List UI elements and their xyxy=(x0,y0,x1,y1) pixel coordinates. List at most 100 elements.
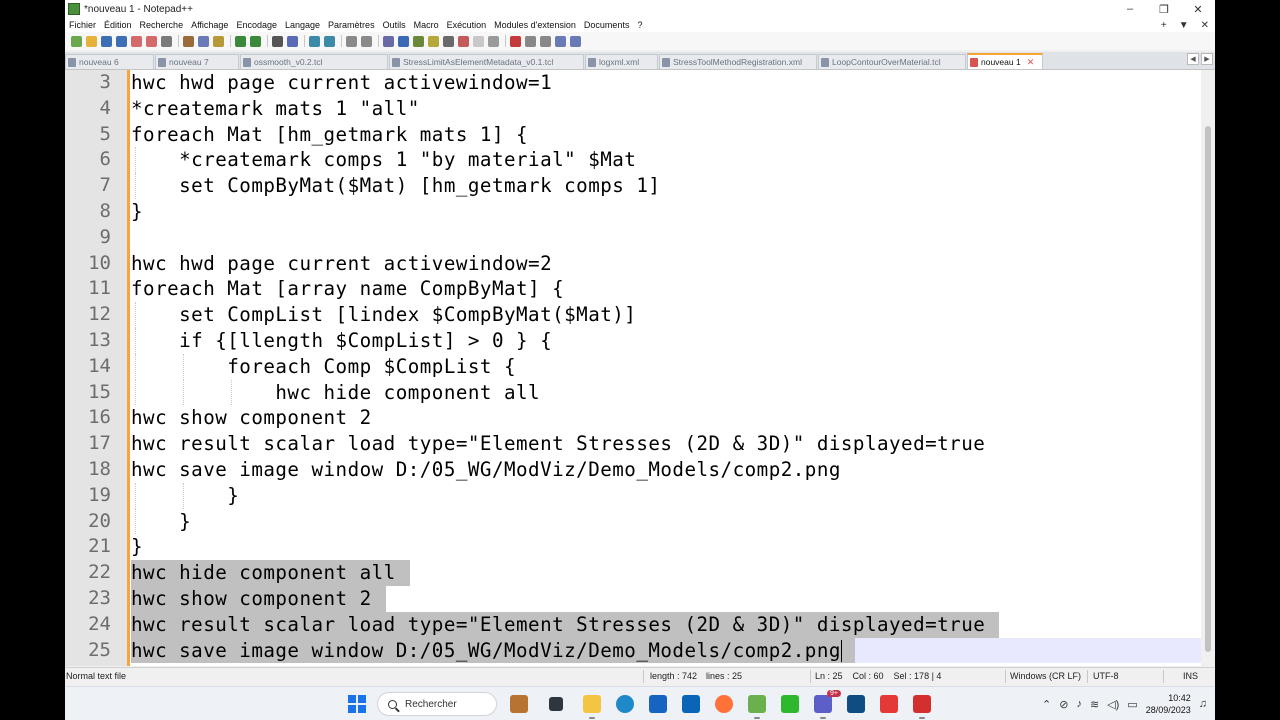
taskbar-search-box[interactable]: Rechercher xyxy=(377,692,497,716)
play-macro-icon[interactable] xyxy=(540,35,551,47)
tab-document[interactable]: nouveau 7 xyxy=(155,54,239,69)
zoom-in-icon[interactable] xyxy=(309,35,320,47)
code-line[interactable]: 20 } xyxy=(65,508,1200,535)
show-all-chars-icon[interactable] xyxy=(398,35,409,47)
menu-item[interactable]: Macro xyxy=(410,20,443,30)
menu-item[interactable]: Exécution xyxy=(443,20,491,30)
new-file-icon[interactable] xyxy=(71,35,82,47)
code-line[interactable]: 25 hwc save image window D:/05_WG/ModViz/… xyxy=(65,637,1200,664)
close-button[interactable]: ✕ xyxy=(1181,0,1215,18)
code-line[interactable]: 6 *createmark comps 1 "by material" $Mat xyxy=(65,147,1200,174)
code-line[interactable]: 8} xyxy=(65,199,1200,225)
sync-horizontal-icon[interactable] xyxy=(361,35,372,47)
menu-item[interactable]: Paramètres xyxy=(324,20,379,30)
status-eol[interactable]: Windows (CR LF) xyxy=(1010,671,1081,681)
code-line[interactable]: 7 set CompByMat($Mat) [hm_getmark comps … xyxy=(65,173,1200,199)
cut-icon[interactable] xyxy=(183,35,194,47)
tab-document[interactable]: StressToolMethodRegistration.xml xyxy=(659,54,817,69)
record-macro-icon[interactable] xyxy=(510,35,521,47)
taskbar-app-notepadpp-icon[interactable] xyxy=(748,695,766,719)
undo-icon[interactable] xyxy=(235,35,246,47)
tab-list-button[interactable]: ▼ xyxy=(1179,20,1189,31)
code-line[interactable]: 19 } xyxy=(65,482,1200,509)
menu-item[interactable]: Édition xyxy=(100,20,136,30)
code-line[interactable]: 4 *createmark mats 1 "all" xyxy=(65,96,1200,122)
copy-icon[interactable] xyxy=(198,35,209,47)
vertical-scrollbar[interactable] xyxy=(1201,70,1215,666)
indent-guide-icon[interactable] xyxy=(413,35,424,47)
stop-macro-icon[interactable] xyxy=(525,35,536,47)
find-icon[interactable] xyxy=(272,35,283,47)
taskbar-app-green-c-icon[interactable] xyxy=(781,695,799,713)
code-line[interactable]: 3 hwc hwd page current activewindow=1 xyxy=(65,70,1200,96)
close-icon[interactable] xyxy=(131,35,142,47)
save-icon[interactable] xyxy=(101,35,112,47)
redo-icon[interactable] xyxy=(250,35,261,47)
code-line[interactable]: 13 if {[llength $CompList] > 0 } { xyxy=(65,328,1200,354)
status-insert-mode[interactable]: INS xyxy=(1183,671,1198,681)
battery-icon[interactable]: ▭ xyxy=(1127,698,1137,711)
tab-document[interactable]: nouveau 1 ✕ xyxy=(967,53,1043,69)
code-line[interactable]: 22 hwc hide component all xyxy=(65,560,1200,586)
text-editor[interactable]: 3 hwc hwd page current activewindow=1 4 *cr… xyxy=(65,70,1215,666)
code-line[interactable]: 21} xyxy=(65,534,1200,560)
doc-map-icon[interactable] xyxy=(443,35,454,47)
code-line[interactable]: 24 hwc result scalar load type="Element S… xyxy=(65,611,1200,638)
replace-icon[interactable] xyxy=(287,35,298,47)
menu-item[interactable]: Affichage xyxy=(187,20,232,30)
taskbar-app-firefox-icon[interactable] xyxy=(715,695,733,713)
volume-icon[interactable]: ◁) xyxy=(1107,698,1119,711)
menu-item[interactable]: Documents xyxy=(580,20,634,30)
start-button[interactable] xyxy=(348,695,366,713)
sync-vertical-icon[interactable] xyxy=(346,35,357,47)
menu-item[interactable]: Fichier xyxy=(65,20,100,30)
menu-item[interactable]: Outils xyxy=(379,20,410,30)
menu-item[interactable]: Encodage xyxy=(232,20,281,30)
save-all-icon[interactable] xyxy=(116,35,127,47)
code-line[interactable]: 9 xyxy=(65,225,1200,251)
tab-document[interactable]: StressLimitAsElementMetadata_v0.1.tcl xyxy=(389,54,584,69)
zoom-out-icon[interactable] xyxy=(324,35,335,47)
taskbar-app-hypermesh-icon[interactable] xyxy=(913,695,931,719)
menu-item[interactable]: Recherche xyxy=(136,20,188,30)
code-line[interactable]: 17 hwc result scalar load type="Element S… xyxy=(65,431,1200,457)
function-list-icon[interactable] xyxy=(458,35,469,47)
tab-document[interactable]: ossmooth_v0.2.tcl xyxy=(240,54,388,69)
taskbar-app-teams-icon[interactable] xyxy=(814,695,832,719)
taskbar-app-file-explorer-icon[interactable] xyxy=(583,695,601,719)
udl-icon[interactable] xyxy=(428,35,439,47)
taskbar-app-store-icon[interactable] xyxy=(649,695,667,713)
tab-scroll-right-button[interactable]: ▶ xyxy=(1201,53,1213,65)
taskbar-app-hyperworks-icon[interactable] xyxy=(880,695,898,713)
tab-scroll-left-button[interactable]: ◀ xyxy=(1187,53,1199,65)
close-all-icon[interactable] xyxy=(146,35,157,47)
monitoring-icon[interactable] xyxy=(488,35,499,47)
new-tab-button[interactable]: + xyxy=(1161,20,1167,31)
code-line[interactable]: 23 hwc show component 2 xyxy=(65,586,1200,612)
taskbar-app-briefcase-icon[interactable] xyxy=(510,695,528,713)
word-wrap-icon[interactable] xyxy=(383,35,394,47)
tab-close-icon[interactable]: ✕ xyxy=(1027,57,1035,68)
network-off-icon[interactable]: ⊘ xyxy=(1059,698,1068,711)
menu-item[interactable]: Modules d'extension xyxy=(490,20,580,30)
code-line[interactable]: 18 hwc save image window D:/05_WG/ModViz/… xyxy=(65,457,1200,483)
close-document-button[interactable]: ✕ xyxy=(1201,20,1209,31)
open-file-icon[interactable] xyxy=(86,35,97,47)
code-line[interactable]: 5 foreach Mat [hm_getmark mats 1] { xyxy=(65,122,1200,148)
tab-document[interactable]: LoopContourOverMaterial.tcl xyxy=(818,54,966,69)
code-line[interactable]: 10 hwc hwd page current activewindow=2 xyxy=(65,251,1200,277)
notification-bell-icon[interactable]: ♫ xyxy=(1199,698,1207,710)
folder-workspace-icon[interactable] xyxy=(473,35,484,47)
minimize-button[interactable]: – xyxy=(1113,0,1147,18)
paste-icon[interactable] xyxy=(213,35,224,47)
taskbar-app-terminal-icon[interactable] xyxy=(549,697,563,711)
tab-document[interactable]: logxml.xml xyxy=(585,54,658,69)
code-line[interactable]: 14 foreach Comp $CompList { xyxy=(65,353,1200,380)
microphone-icon[interactable]: ♪ xyxy=(1076,698,1082,710)
taskbar-app-outlook-icon[interactable] xyxy=(682,695,700,713)
taskbar-app-edge-icon[interactable] xyxy=(616,695,634,713)
scrollbar-thumb[interactable] xyxy=(1205,126,1211,652)
code-line[interactable]: 16 hwc show component 2 xyxy=(65,405,1200,431)
menu-item[interactable]: ? xyxy=(633,20,646,30)
restore-button[interactable]: ❐ xyxy=(1147,0,1181,18)
